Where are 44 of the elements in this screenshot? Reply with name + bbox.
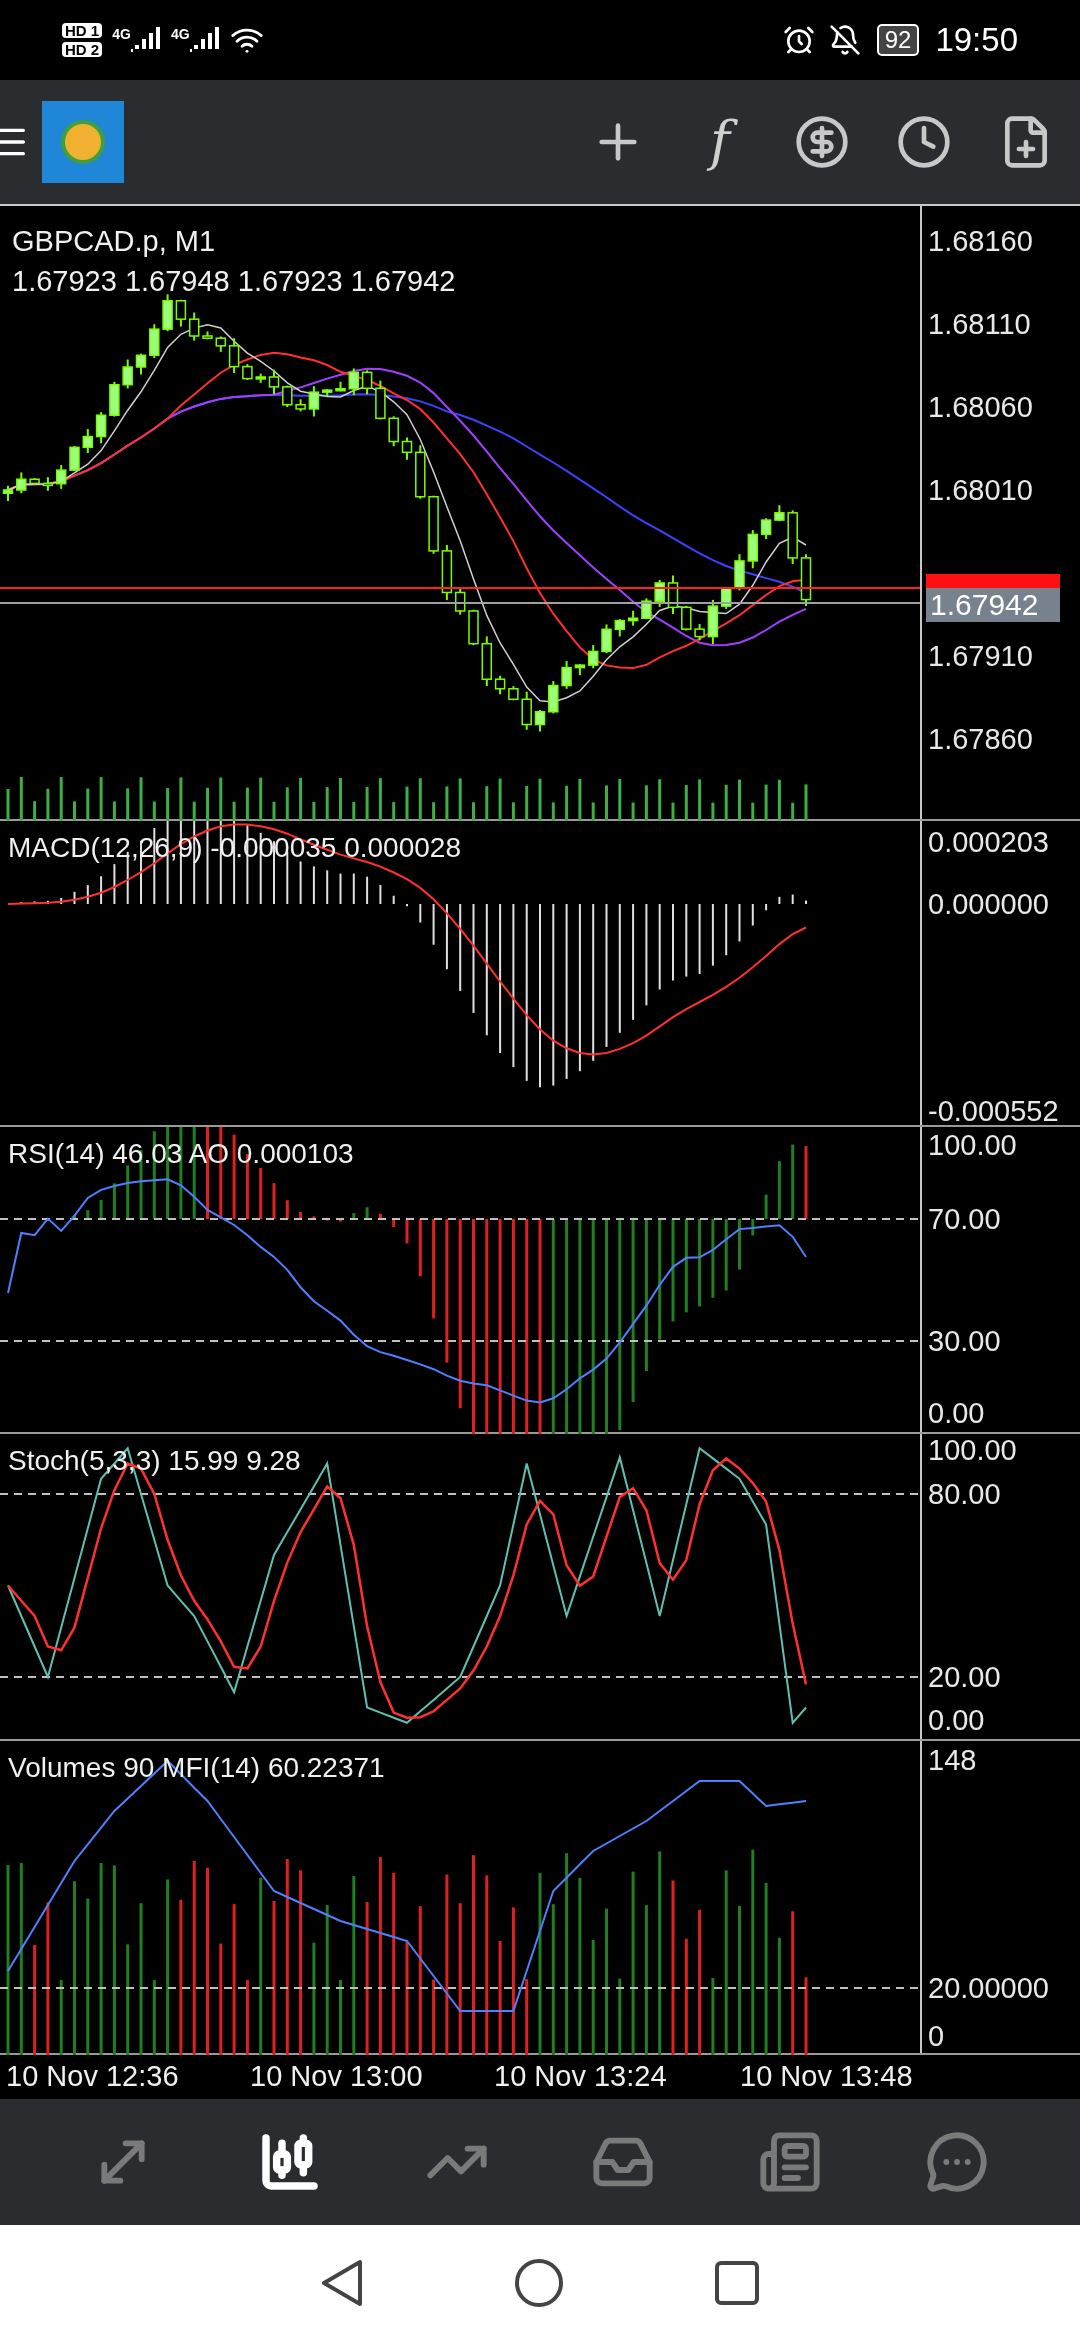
axis-label: 1.68010 (928, 475, 1033, 505)
current-price-tag: 1.67942 (926, 588, 1060, 622)
battery-indicator: 92 (876, 24, 920, 56)
axis-label: 30.00 (928, 1326, 1001, 1356)
sim-label: HD 2 (62, 42, 103, 57)
signal-icon (189, 27, 220, 53)
axis-label: 1.68160 (928, 226, 1033, 256)
ohlc-values: 1.67923 1.67948 1.67923 1.67942 (12, 264, 456, 299)
axis-label: 148 (928, 1745, 977, 1775)
axis-label: 70.00 (928, 1204, 1001, 1234)
axis-label: 0.00 (928, 1705, 985, 1735)
axis-label: 1.68110 (928, 309, 1031, 339)
time-label: 10 Nov 12:36 (6, 2059, 180, 2095)
back-icon[interactable] (320, 2258, 364, 2307)
news-icon (757, 2130, 822, 2194)
axis-label: 20.00000 (928, 1973, 1049, 2003)
function-button[interactable]: f (692, 115, 748, 169)
axis-label: 1.68060 (928, 392, 1033, 422)
bell-off-icon (828, 24, 861, 56)
network-label: 4G (112, 27, 131, 41)
axis-label: 1.67860 (928, 724, 1033, 754)
chat-icon (924, 2130, 989, 2194)
clock-icon[interactable] (896, 114, 952, 170)
time-label: 10 Nov 13:48 (740, 2059, 914, 2095)
time-label: 10 Nov 13:24 (494, 2059, 668, 2095)
status-time: 19:50 (935, 20, 1018, 61)
axis-label: 0 (928, 2021, 945, 2051)
axis-label: 20.00 (928, 1662, 1001, 1692)
axis-label: -0.000552 (928, 1096, 1059, 1126)
home-icon[interactable] (514, 2257, 564, 2308)
axis-label: 0.000203 (928, 827, 1049, 857)
recents-icon[interactable] (714, 2259, 760, 2306)
sim-label: HD 1 (62, 23, 103, 38)
signal-icon (130, 27, 161, 53)
axis-label: 100.00 (928, 1130, 1017, 1160)
symbol-label: GBPCAD.p, M1 (12, 224, 216, 259)
network-label: 4G (170, 27, 190, 41)
axis-label: 1.67910 (928, 641, 1033, 671)
axis-label: 100.00 (928, 1435, 1017, 1465)
time-label: 10 Nov 13:00 (250, 2059, 424, 2095)
alarm-icon (782, 24, 815, 56)
axis-label: 0.000000 (928, 889, 1049, 919)
axis-label: 80.00 (928, 1479, 1001, 1509)
axis-label: 0.00 (928, 1398, 985, 1428)
